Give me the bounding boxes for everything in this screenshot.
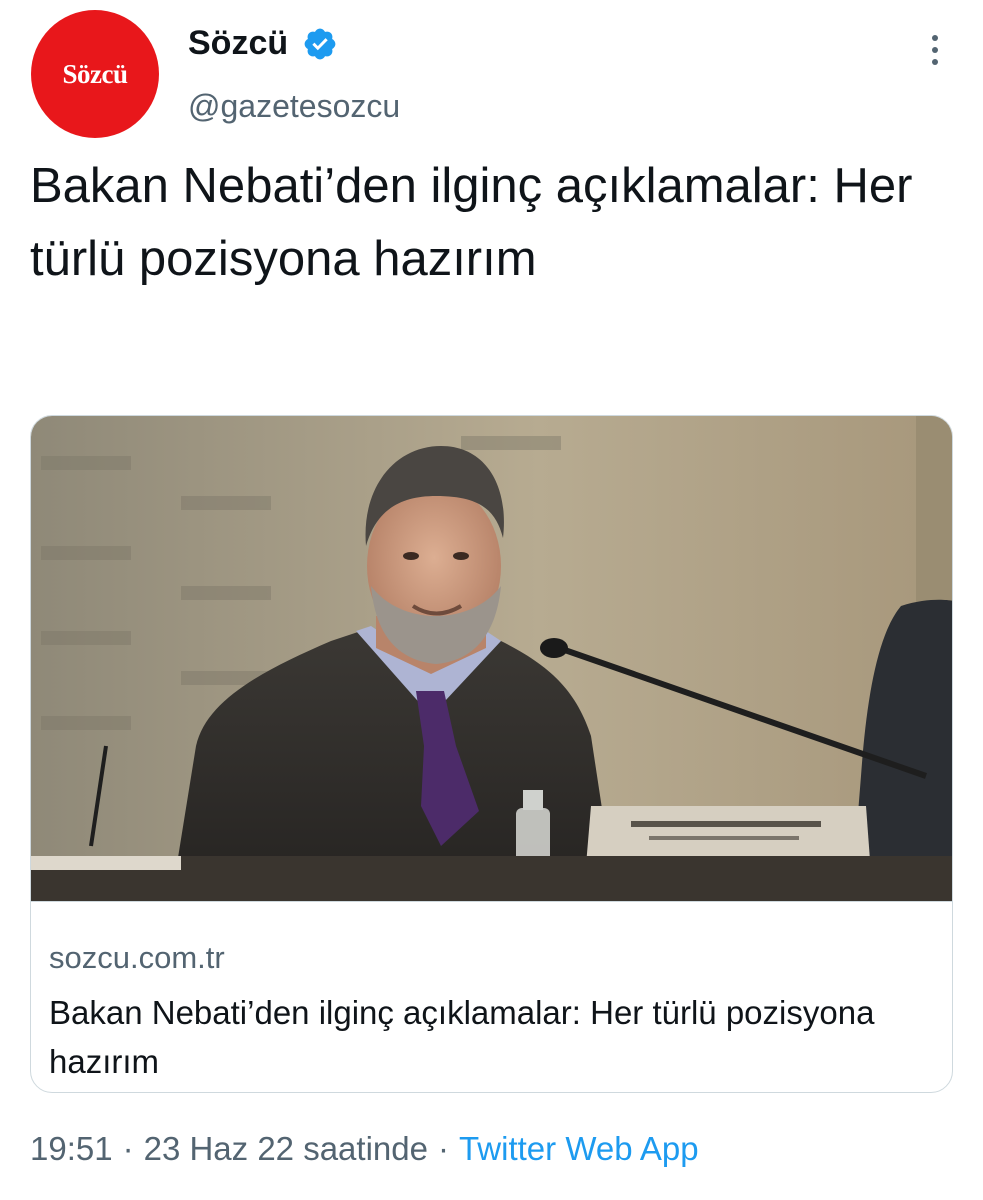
card-title[interactable]: Bakan Nebati’den ilginç açıklamalar: Her… bbox=[49, 988, 929, 1086]
display-name[interactable]: Sözcü bbox=[188, 24, 288, 63]
author-handle[interactable]: @gazetesozcu bbox=[188, 88, 400, 125]
card-image[interactable] bbox=[31, 416, 953, 901]
tweet-time[interactable]: 19:51 bbox=[30, 1130, 113, 1167]
avatar[interactable]: Sözcü bbox=[31, 10, 159, 138]
author-name-row[interactable]: Sözcü bbox=[188, 24, 338, 63]
tweet-meta: 19:51 · 23 Haz 22 saatinde · Twitter Web App bbox=[30, 1130, 699, 1168]
tweet-source-link[interactable]: Twitter Web App bbox=[459, 1130, 699, 1167]
verified-badge-icon bbox=[304, 28, 336, 59]
card-footer[interactable]: sozcu.com.tr Bakan Nebati’den ilginç açı… bbox=[31, 901, 952, 1092]
card-domain[interactable]: sozcu.com.tr bbox=[49, 940, 225, 976]
tweet-date[interactable]: 23 Haz 22 saatinde bbox=[144, 1130, 428, 1167]
meta-separator-2: · bbox=[437, 1130, 449, 1167]
more-options-icon[interactable] bbox=[921, 30, 949, 70]
tweet-text: Bakan Nebati’den ilginç açıklamalar: Her… bbox=[30, 159, 913, 286]
avatar-logo-text: Sözcü bbox=[62, 58, 129, 89]
link-card[interactable]: sozcu.com.tr Bakan Nebati’den ilginç açı… bbox=[30, 415, 953, 1093]
meta-separator: · bbox=[122, 1130, 134, 1167]
